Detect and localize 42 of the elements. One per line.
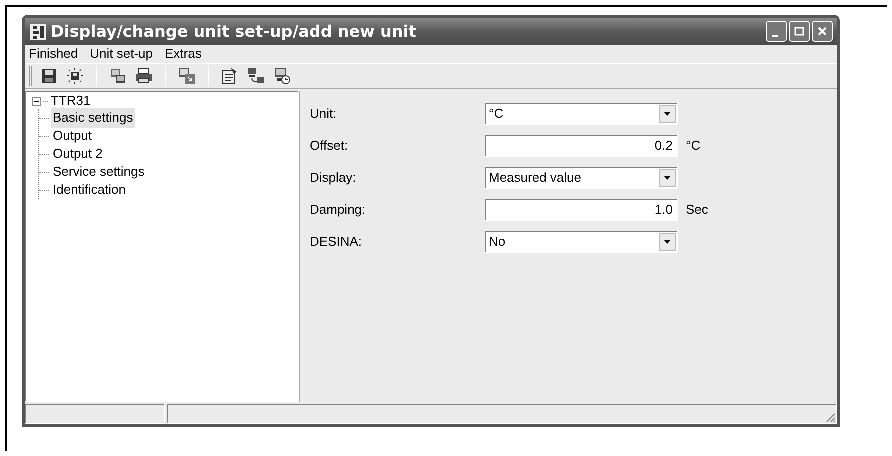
menu-item[interactable]: Extras [165, 44, 202, 64]
app-icon [29, 22, 47, 40]
dropdown[interactable]: °C [485, 103, 678, 125]
unit-label: Sec [686, 201, 708, 220]
resize-grip-icon[interactable] [824, 411, 836, 423]
minimize-button[interactable] [766, 21, 787, 42]
field-label: Offset: [310, 137, 350, 156]
tree-item[interactable]: Identification [51, 180, 128, 200]
dropdown[interactable]: No [485, 231, 678, 253]
tree-item[interactable]: Basic settings [51, 108, 136, 128]
printer-icon[interactable] [135, 67, 153, 85]
tree-item[interactable]: Output [51, 126, 94, 146]
close-icon [817, 26, 828, 37]
menu-item[interactable]: Unit set-up [90, 44, 154, 64]
save-icon[interactable] [40, 67, 58, 85]
maximize-button[interactable] [789, 21, 810, 42]
document-icon[interactable] [221, 67, 239, 85]
caret-icon [659, 105, 676, 123]
input-field[interactable]: 0.2 [485, 135, 678, 157]
window-title: Display/change unit set-up/add new unit [51, 20, 416, 42]
computers-icon[interactable] [109, 67, 127, 85]
minimize-icon [772, 34, 778, 36]
tree-item[interactable]: Service settings [51, 162, 147, 182]
close-button[interactable] [812, 21, 833, 42]
field-label: DESINA: [310, 233, 364, 252]
tree-item[interactable]: Output 2 [51, 144, 105, 164]
computer-clock-icon[interactable] [273, 67, 291, 85]
input-field[interactable]: 1.0 [485, 199, 678, 221]
window-arrow-icon[interactable] [178, 67, 196, 85]
caret-icon [659, 169, 676, 187]
field-label: Display: [310, 169, 358, 188]
maximize-icon [794, 26, 805, 37]
field-label: Damping: [310, 201, 367, 220]
network-icon[interactable] [247, 67, 265, 85]
tree-item[interactable]: TTR31 [51, 91, 91, 111]
disk-sparkle-icon[interactable] [66, 67, 84, 85]
unit-label: °C [686, 137, 701, 156]
menu-item[interactable]: Finished [29, 44, 78, 64]
collapse-toggle[interactable] [32, 96, 41, 106]
caret-icon [659, 233, 676, 251]
field-label: Unit: [310, 105, 338, 124]
dropdown[interactable]: Measured value [485, 167, 678, 189]
